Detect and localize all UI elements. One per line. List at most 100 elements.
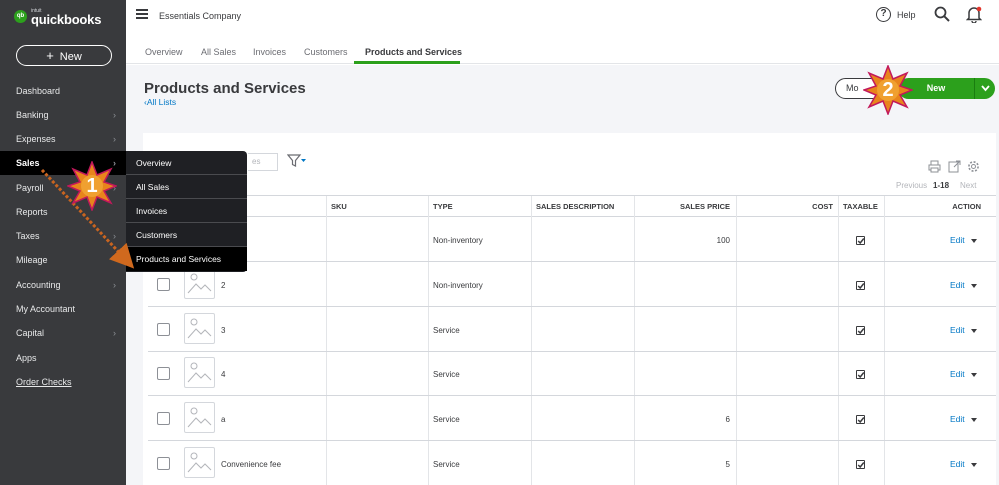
column-header-sales-description[interactable]: SALES DESCRIPTION — [536, 202, 614, 211]
row-select-checkbox[interactable] — [157, 278, 170, 291]
sidebar-item-accounting[interactable]: Accounting › — [0, 273, 126, 297]
row-actions-chevron-down-icon[interactable] — [971, 418, 977, 422]
product-image-placeholder-icon[interactable] — [184, 313, 215, 344]
product-name-cell[interactable]: a — [221, 415, 225, 424]
row-actions-chevron-down-icon[interactable] — [971, 463, 977, 467]
sidebar-item-mileage[interactable]: Mileage — [0, 248, 126, 272]
flyout-item-invoices[interactable]: Invoices — [126, 199, 247, 223]
print-icon[interactable] — [928, 160, 941, 173]
column-divider — [838, 196, 839, 485]
image-placeholder-icon — [187, 318, 212, 339]
product-image-placeholder-icon[interactable] — [184, 357, 215, 388]
sidebar-item-label: Accounting — [16, 280, 61, 290]
more-button-label: Mo — [846, 83, 859, 93]
row-select-checkbox[interactable] — [157, 323, 170, 336]
edit-link[interactable]: Edit — [950, 459, 965, 469]
column-header-type[interactable]: TYPE — [433, 202, 453, 211]
sidebar-item-dashboard[interactable]: Dashboard — [0, 79, 126, 103]
column-divider — [326, 196, 327, 485]
callout-badge-2: 2 — [861, 63, 915, 117]
row-select-checkbox[interactable] — [157, 412, 170, 425]
column-divider — [736, 196, 737, 485]
pager-next[interactable]: Next — [960, 181, 976, 190]
tab-customers[interactable]: Customers — [304, 47, 348, 57]
edit-link[interactable]: Edit — [950, 369, 965, 379]
sidebar-item-order-checks[interactable]: Order Checks — [0, 370, 126, 394]
search-icon[interactable] — [934, 6, 950, 22]
chevron-right-icon: › — [113, 328, 116, 338]
edit-link[interactable]: Edit — [950, 235, 965, 245]
help-label[interactable]: Help — [897, 10, 916, 20]
new-dropdown-button[interactable] — [974, 78, 995, 99]
flyout-item-overview[interactable]: Overview — [126, 151, 247, 175]
product-image-placeholder-icon[interactable] — [184, 268, 215, 299]
company-name: Essentials Company — [159, 11, 242, 21]
type-cell: Service — [433, 460, 460, 469]
product-name-cell[interactable]: 4 — [221, 370, 225, 379]
all-lists-link[interactable]: ‹All Lists — [144, 97, 176, 107]
pager-previous[interactable]: Previous — [896, 181, 927, 190]
chevron-right-icon: › — [113, 280, 116, 290]
notifications-bell-icon[interactable] — [966, 6, 982, 23]
product-name-cell[interactable]: 3 — [221, 326, 225, 335]
row-select-checkbox[interactable] — [157, 457, 170, 470]
products-table-card — [143, 133, 996, 485]
sidebar-item-label: Mileage — [16, 255, 48, 265]
taxable-check-icon — [856, 236, 865, 245]
flyout-item-products-and-services[interactable]: Products and Services — [126, 247, 247, 271]
table-header-border — [148, 216, 996, 217]
sidebar-item-label: Expenses — [16, 134, 56, 144]
quickbooks-logo[interactable]: qb intuit quickbooks — [14, 8, 124, 28]
tab-products-and-services[interactable]: Products and Services — [365, 47, 462, 57]
row-actions-chevron-down-icon[interactable] — [971, 284, 977, 288]
sidebar-item-expenses[interactable]: Expenses › — [0, 127, 126, 151]
row-divider — [148, 306, 996, 307]
product-name-cell[interactable]: Convenience fee — [221, 460, 281, 469]
help-icon[interactable]: ? — [876, 7, 891, 22]
column-header-cost[interactable]: COST — [740, 202, 833, 211]
column-header-sku[interactable]: SKU — [331, 202, 347, 211]
callout-number: 1 — [86, 175, 98, 197]
sidebar-item-taxes[interactable]: Taxes › — [0, 224, 126, 248]
sales-flyout-menu: Overview All Sales Invoices Customers Pr… — [126, 151, 247, 272]
taxable-check-icon — [856, 415, 865, 424]
flyout-item-all-sales[interactable]: All Sales — [126, 175, 247, 199]
settings-gear-icon[interactable] — [967, 160, 980, 173]
row-divider — [148, 440, 996, 441]
pager-range: 1-18 — [933, 181, 950, 190]
tab-overview[interactable]: Overview — [145, 47, 183, 57]
sidebar-item-apps[interactable]: Apps — [0, 346, 126, 370]
row-actions-chevron-down-icon[interactable] — [971, 239, 977, 243]
product-search-input[interactable]: es — [248, 153, 278, 171]
callout-number: 2 — [882, 79, 894, 101]
sidebar-item-my-accountant[interactable]: My Accountant — [0, 297, 126, 321]
sidebar-item-capital[interactable]: Capital › — [0, 321, 126, 345]
column-header-sales-price[interactable]: SALES PRICE — [640, 202, 730, 211]
row-actions-chevron-down-icon[interactable] — [971, 329, 977, 333]
edit-link[interactable]: Edit — [950, 414, 965, 424]
product-image-placeholder-icon[interactable] — [184, 402, 215, 433]
edit-link[interactable]: Edit — [950, 325, 965, 335]
tab-invoices[interactable]: Invoices — [253, 47, 286, 57]
column-divider — [428, 196, 429, 485]
product-image-placeholder-icon[interactable] — [184, 447, 215, 478]
row-select-checkbox[interactable] — [157, 367, 170, 380]
sidebar-new-button[interactable]: + New — [16, 45, 112, 66]
hamburger-menu-icon[interactable] — [136, 9, 148, 19]
product-name-cell[interactable]: 2 — [221, 281, 225, 290]
sales-price-cell: 6 — [725, 415, 730, 424]
sidebar-item-label: Taxes — [16, 231, 40, 241]
column-header-taxable[interactable]: TAXABLE — [843, 202, 878, 211]
edit-link[interactable]: Edit — [950, 280, 965, 290]
row-actions-chevron-down-icon[interactable] — [971, 373, 977, 377]
export-icon[interactable] — [948, 160, 961, 173]
taxable-check-icon — [856, 370, 865, 379]
sidebar-item-banking[interactable]: Banking › — [0, 103, 126, 127]
plus-icon: + — [46, 48, 54, 63]
quickbooks-wordmark: quickbooks — [31, 12, 102, 27]
sidebar-item-label: Sales — [16, 158, 40, 168]
flyout-item-customers[interactable]: Customers — [126, 223, 247, 247]
column-divider — [884, 196, 885, 485]
filter-icon[interactable] — [287, 154, 307, 168]
tab-all-sales[interactable]: All Sales — [201, 47, 236, 57]
